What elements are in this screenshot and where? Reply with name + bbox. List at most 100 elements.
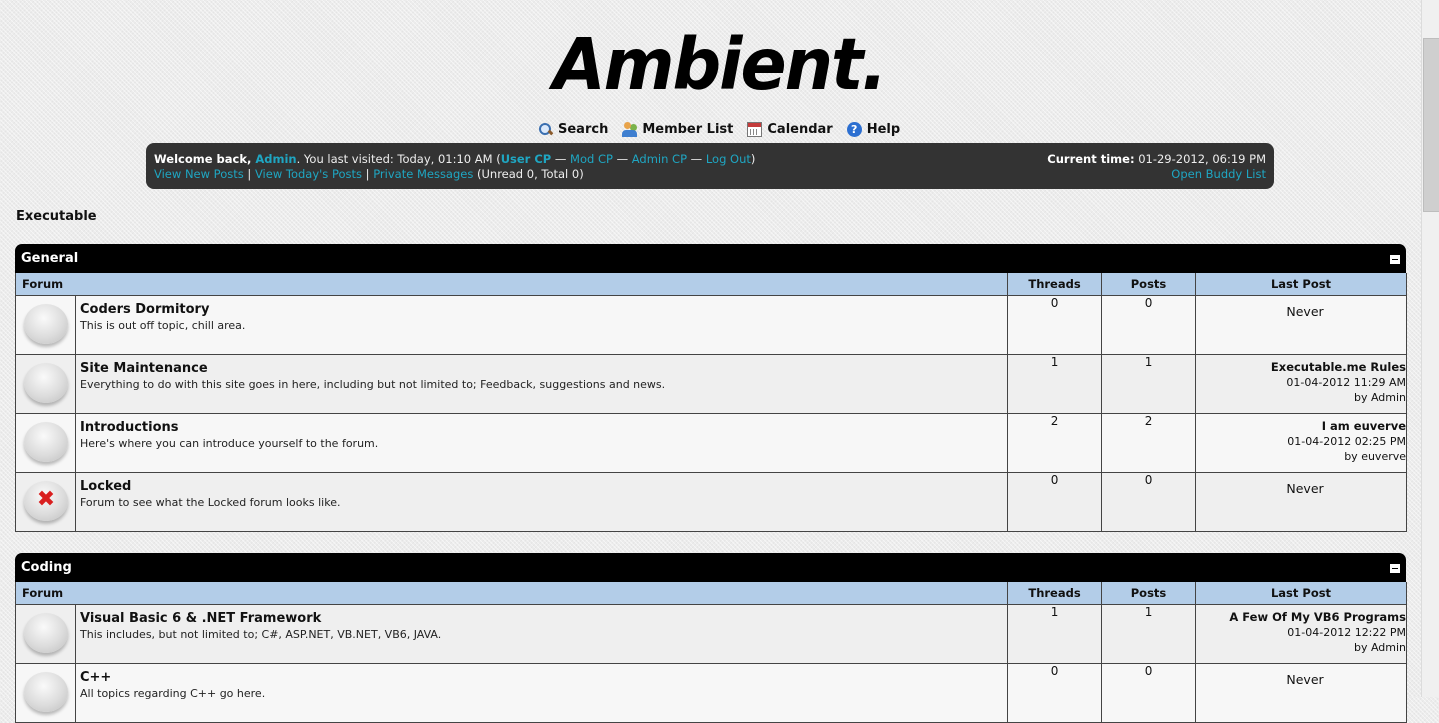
forum-status-icon xyxy=(24,613,68,653)
search-icon xyxy=(538,122,553,137)
post-count: 0 xyxy=(1101,295,1197,355)
last-post-date: 01-04-2012 11:29 AM xyxy=(1286,376,1407,389)
last-post-never: Never xyxy=(1286,672,1324,687)
forum-link[interactable]: Locked xyxy=(80,479,1007,494)
nav-help-label: Help xyxy=(866,121,901,137)
col-posts: Posts xyxy=(1101,273,1197,296)
col-forum: Forum xyxy=(14,273,1009,296)
last-post-cell: A Few Of My VB6 Programs 01-04-2012 12:22… xyxy=(1195,604,1408,664)
forum-link[interactable]: C++ xyxy=(80,670,1007,685)
thread-count: 0 xyxy=(1007,295,1103,355)
forum-info: C++ All topics regarding C++ go here. xyxy=(74,663,1009,723)
nav-calendar[interactable]: Calendar xyxy=(747,120,833,138)
col-posts: Posts xyxy=(1101,582,1197,605)
category-header: Coding xyxy=(15,553,1406,582)
last-post-never: Never xyxy=(1286,304,1324,319)
last-post-never: Never xyxy=(1286,481,1324,496)
thread-count: 0 xyxy=(1007,663,1103,723)
collapse-icon[interactable] xyxy=(1390,255,1400,264)
last-visited-text: . You last visited: Today, 01:10 AM ( xyxy=(296,152,501,166)
collapse-icon[interactable] xyxy=(1390,564,1400,573)
forum-description: This includes, but not limited to; C#, A… xyxy=(80,628,442,641)
last-post-link[interactable]: I am euverve xyxy=(1196,419,1406,433)
thread-count: 2 xyxy=(1007,413,1103,473)
last-post-cell: Never xyxy=(1195,472,1408,532)
board-title[interactable]: Executable xyxy=(16,209,97,224)
locked-icon: ✖ xyxy=(36,487,56,512)
last-post-author[interactable]: by Admin xyxy=(1196,391,1406,404)
post-count: 1 xyxy=(1101,604,1197,664)
post-count: 2 xyxy=(1101,413,1197,473)
welcome-prefix: Welcome back, xyxy=(154,152,256,166)
help-icon: ? xyxy=(846,121,862,137)
view-todays-posts-link[interactable]: View Today's Posts xyxy=(255,167,362,181)
close-paren: ) xyxy=(750,152,756,166)
col-last-post: Last Post xyxy=(1195,582,1408,605)
forum-status-cell xyxy=(15,354,76,414)
table-row: Visual Basic 6 & .NET Framework This incl… xyxy=(15,604,1408,664)
forum-description: Everything to do with this site goes in … xyxy=(80,378,666,391)
category-coding: Coding Forum Threads Posts Last Post Vis… xyxy=(14,553,1408,723)
forum-link[interactable]: Introductions xyxy=(80,420,1007,435)
open-buddy-list-link[interactable]: Open Buddy List xyxy=(1171,167,1266,181)
nav-search[interactable]: Search xyxy=(538,120,608,138)
thread-count: 0 xyxy=(1007,472,1103,532)
current-time-label: Current time: xyxy=(1047,152,1135,166)
scrollbar-thumb[interactable] xyxy=(1423,38,1439,212)
table-row: ✖ Locked Forum to see what the Locked for… xyxy=(15,472,1408,532)
post-count: 1 xyxy=(1101,354,1197,414)
private-messages-link[interactable]: Private Messages xyxy=(373,167,473,181)
category-title[interactable]: General xyxy=(21,251,78,266)
view-new-posts-link[interactable]: View New Posts xyxy=(154,167,244,181)
buddy-area: Open Buddy List xyxy=(1171,167,1266,181)
last-post-cell: I am euverve 01-04-2012 02:25 PM by euverv… xyxy=(1195,413,1408,473)
nav-search-label: Search xyxy=(558,121,609,137)
welcome-bar: Welcome back, Admin. You last visited: T… xyxy=(146,143,1274,189)
forum-description: All topics regarding C++ go here. xyxy=(80,687,266,700)
thread-count: 1 xyxy=(1007,354,1103,414)
logout-link[interactable]: Log Out xyxy=(706,152,751,166)
mod-cp-link[interactable]: Mod CP xyxy=(570,152,613,166)
forum-status-cell xyxy=(15,604,76,664)
category-title[interactable]: Coding xyxy=(21,560,72,575)
vertical-scrollbar[interactable] xyxy=(1421,0,1439,697)
forum-status-cell xyxy=(15,295,76,355)
forum-link[interactable]: Visual Basic 6 & .NET Framework xyxy=(80,611,1007,626)
forum-link[interactable]: Coders Dormitory xyxy=(80,302,1007,317)
top-nav: Search Member List Calendar ? Help xyxy=(538,120,900,138)
current-time: Current time: 01-29-2012, 06:19 PM xyxy=(1047,152,1266,166)
last-post-cell: Executable.me Rules 01-04-2012 11:29 AM by… xyxy=(1195,354,1408,414)
nav-help[interactable]: ? Help xyxy=(846,120,901,138)
last-post-date: 01-04-2012 02:25 PM xyxy=(1287,435,1407,448)
quick-links: View New Posts | View Today's Posts | Pr… xyxy=(154,167,584,181)
user-cp-link[interactable]: User CP xyxy=(501,152,552,166)
category-header: General xyxy=(15,244,1406,273)
last-post-cell: Never xyxy=(1195,295,1408,355)
site-logo[interactable]: Ambient. xyxy=(553,24,887,108)
last-post-author[interactable]: by euverve xyxy=(1196,450,1406,463)
col-forum: Forum xyxy=(14,582,1009,605)
nav-member-list[interactable]: Member List xyxy=(622,120,733,138)
forum-info: Locked Forum to see what the Locked forum… xyxy=(74,472,1009,532)
forum-status-cell xyxy=(15,413,76,473)
last-post-author[interactable]: by Admin xyxy=(1196,641,1406,654)
forum-status-cell: ✖ xyxy=(15,472,76,532)
last-post-link[interactable]: Executable.me Rules xyxy=(1196,360,1406,374)
forum-info: Introductions Here's where you can introd… xyxy=(74,413,1009,473)
forum-link[interactable]: Site Maintenance xyxy=(80,361,1007,376)
post-count: 0 xyxy=(1101,663,1197,723)
pm-counts: (Unread 0, Total 0) xyxy=(473,167,584,181)
forum-description: Here's where you can introduce yourself … xyxy=(80,437,379,450)
nav-member-list-label: Member List xyxy=(642,121,734,137)
current-time-value: 01-29-2012, 06:19 PM xyxy=(1134,152,1266,166)
last-post-link[interactable]: A Few Of My VB6 Programs xyxy=(1196,610,1406,624)
user-link[interactable]: Admin xyxy=(255,152,296,166)
forum-table: Forum Threads Posts Last Post Visual Bas… xyxy=(14,582,1408,723)
col-threads: Threads xyxy=(1007,273,1103,296)
separator: | xyxy=(243,167,255,181)
admin-cp-link[interactable]: Admin CP xyxy=(632,152,687,166)
members-icon xyxy=(622,121,638,137)
welcome-line: Welcome back, Admin. You last visited: T… xyxy=(154,152,755,166)
forum-status-icon xyxy=(24,363,68,403)
post-count: 0 xyxy=(1101,472,1197,532)
